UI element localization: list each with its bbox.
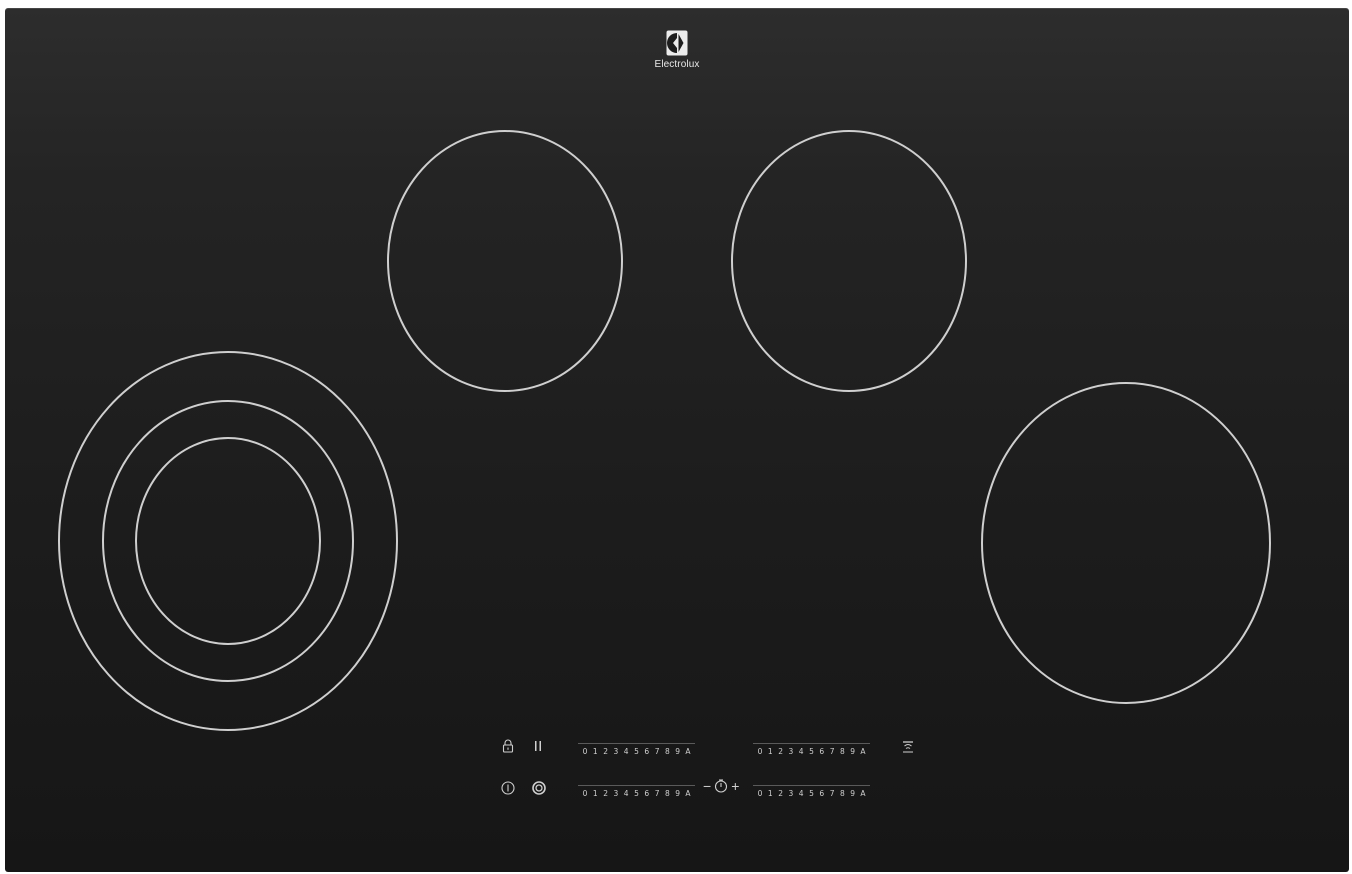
level-1[interactable]: 1 (591, 747, 599, 759)
level-1[interactable]: 1 (591, 789, 599, 801)
level-5[interactable]: 5 (632, 789, 640, 801)
level-8[interactable]: 8 (838, 789, 846, 801)
level-8[interactable]: 8 (838, 747, 846, 759)
level-0[interactable]: 0 (756, 789, 764, 801)
level-9[interactable]: 9 (674, 747, 682, 759)
level-6[interactable]: 6 (643, 789, 651, 801)
level-4[interactable]: 4 (622, 747, 630, 759)
level-3[interactable]: 3 (612, 789, 620, 801)
level-2[interactable]: 2 (602, 789, 610, 801)
level-9[interactable]: 9 (849, 747, 857, 759)
level-1[interactable]: 1 (766, 789, 774, 801)
level-7[interactable]: 7 (828, 789, 836, 801)
level-0[interactable]: 0 (581, 747, 589, 759)
level-5[interactable]: 5 (632, 747, 640, 759)
hob2hood-icon[interactable] (901, 739, 915, 753)
level-7[interactable]: 7 (653, 789, 661, 801)
level-3[interactable]: 3 (787, 789, 795, 801)
pause-icon[interactable] (533, 740, 543, 752)
level-8[interactable]: 8 (663, 789, 671, 801)
level-9[interactable]: 9 (674, 789, 682, 801)
lock-icon[interactable] (502, 739, 514, 753)
level-auto[interactable]: A (684, 789, 692, 801)
level-3[interactable]: 3 (787, 747, 795, 759)
level-auto[interactable]: A (684, 747, 692, 759)
level-3[interactable]: 3 (612, 747, 620, 759)
level-6[interactable]: 6 (818, 789, 826, 801)
level-6[interactable]: 6 (643, 747, 651, 759)
timer-plus-button[interactable]: + (731, 778, 739, 794)
timer-icon[interactable] (714, 779, 728, 793)
level-0[interactable]: 0 (756, 747, 764, 759)
level-auto[interactable]: A (859, 747, 867, 759)
level-4[interactable]: 4 (797, 747, 805, 759)
level-4[interactable]: 4 (622, 789, 630, 801)
level-8[interactable]: 8 (663, 747, 671, 759)
level-5[interactable]: 5 (807, 747, 815, 759)
power-scale-rear-right[interactable]: 0 1 2 3 4 5 6 7 8 9 A (753, 743, 870, 759)
level-5[interactable]: 5 (807, 789, 815, 801)
level-6[interactable]: 6 (818, 747, 826, 759)
level-4[interactable]: 4 (797, 789, 805, 801)
power-scale-front-left[interactable]: 0 1 2 3 4 5 6 7 8 9 A (578, 785, 695, 801)
level-7[interactable]: 7 (828, 747, 836, 759)
control-panel: 0 1 2 3 4 5 6 7 8 9 A 0 1 2 3 4 5 6 7 8 … (5, 8, 1349, 872)
cooktop-surface: Electrolux 0 1 2 3 4 5 6 7 8 9 A 0 1 2 3… (5, 8, 1349, 872)
timer-minus-button[interactable]: − (703, 778, 711, 794)
level-2[interactable]: 2 (777, 789, 785, 801)
level-9[interactable]: 9 (849, 789, 857, 801)
level-2[interactable]: 2 (602, 747, 610, 759)
level-7[interactable]: 7 (653, 747, 661, 759)
power-scale-front-right[interactable]: 0 1 2 3 4 5 6 7 8 9 A (753, 785, 870, 801)
power-scale-rear-left[interactable]: 0 1 2 3 4 5 6 7 8 9 A (578, 743, 695, 759)
level-1[interactable]: 1 (766, 747, 774, 759)
bridge-zone-icon[interactable] (532, 781, 546, 795)
timer-control: − + (703, 778, 739, 794)
level-2[interactable]: 2 (777, 747, 785, 759)
level-auto[interactable]: A (859, 789, 867, 801)
level-0[interactable]: 0 (581, 789, 589, 801)
power-icon[interactable] (501, 781, 515, 795)
